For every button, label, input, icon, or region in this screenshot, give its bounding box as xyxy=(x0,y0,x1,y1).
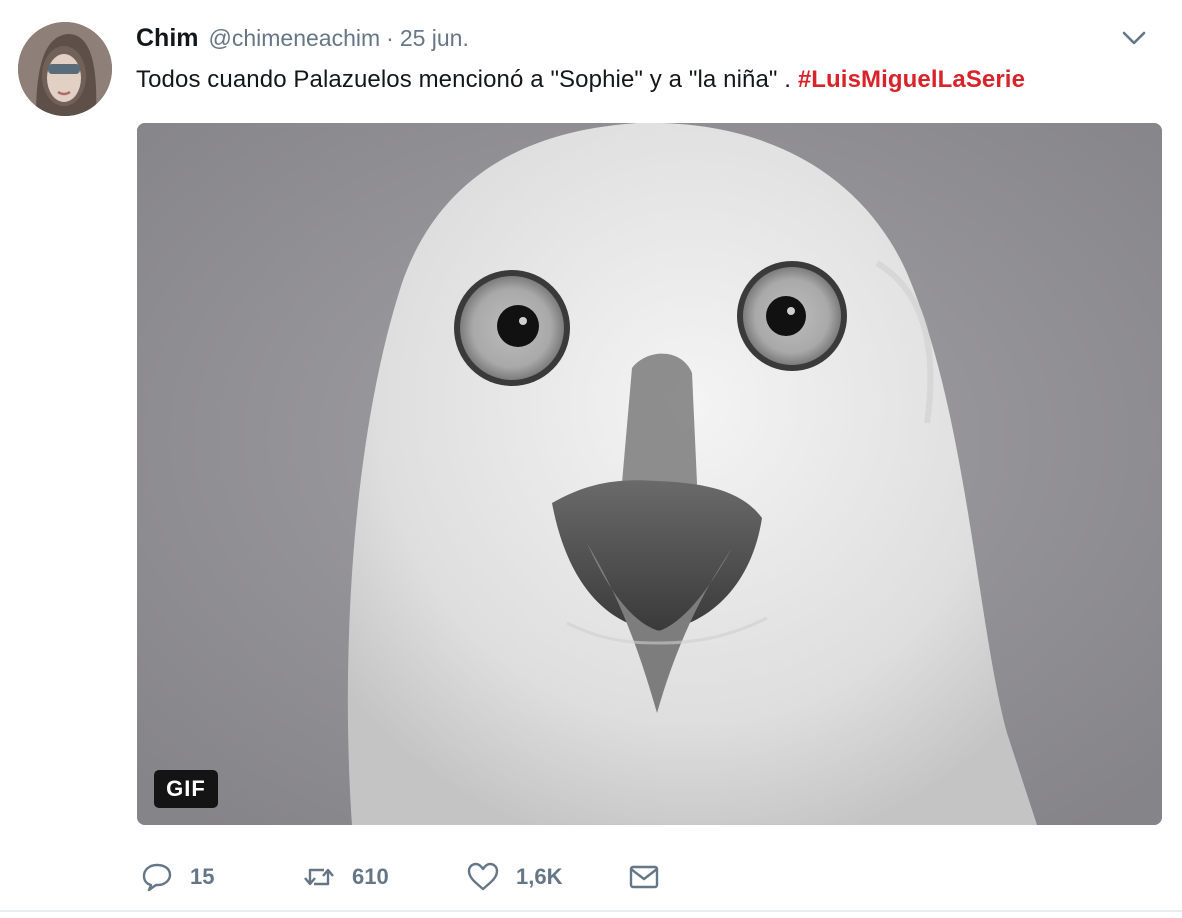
tweet-date[interactable]: 25 jun. xyxy=(400,25,469,52)
reply-button[interactable]: 15 xyxy=(140,855,214,899)
avatar-photo xyxy=(18,22,112,116)
envelope-icon xyxy=(629,865,659,889)
owl-gif-image xyxy=(137,123,1162,825)
like-count: 1,6K xyxy=(516,864,563,889)
retweet-button[interactable]: 610 xyxy=(302,855,389,899)
hashtag-link[interactable]: #LuisMiguelLaSerie xyxy=(798,66,1025,93)
retweet-icon xyxy=(304,868,334,886)
reply-count: 15 xyxy=(190,864,215,889)
tweet-body: Todos cuando Palazuelos mencionó a "Soph… xyxy=(136,66,798,93)
retweet-count: 610 xyxy=(352,864,389,889)
gif-media[interactable]: GIF xyxy=(137,123,1162,825)
user-handle[interactable]: @chimeneachim xyxy=(209,25,381,52)
like-button[interactable]: 1,6K xyxy=(466,855,562,899)
tweet-card: Chim @chimeneachim · 25 jun. Todos cuand… xyxy=(0,0,1182,918)
user-name[interactable]: Chim xyxy=(136,24,199,53)
avatar[interactable] xyxy=(18,22,112,116)
gif-badge: GIF xyxy=(154,770,218,808)
tweet-text: Todos cuando Palazuelos mencionó a "Soph… xyxy=(136,66,1025,94)
header-separator: · xyxy=(386,25,394,51)
tweet-actions: 15 610 1,6K xyxy=(0,855,1182,899)
chevron-down-icon[interactable] xyxy=(1118,22,1150,54)
direct-message-button[interactable] xyxy=(627,855,661,899)
reply-icon xyxy=(142,863,172,892)
tweet-header: Chim @chimeneachim · 25 jun. xyxy=(136,24,1162,58)
divider xyxy=(0,910,1182,912)
heart-icon xyxy=(467,862,499,891)
